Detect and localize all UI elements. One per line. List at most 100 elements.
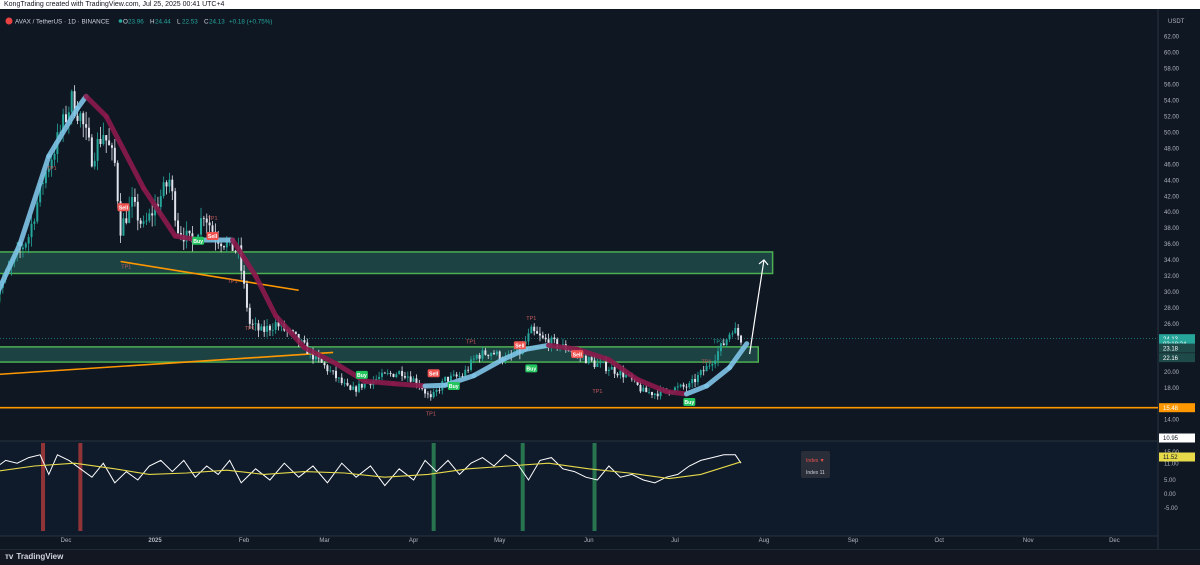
candle-body (125, 218, 127, 223)
candle-body (479, 355, 481, 359)
time-tick-label: Oct (935, 538, 945, 544)
chart-canvas[interactable]: AVAX / TetherUS · 1D · BINANCEO23.96H24.… (0, 0, 1200, 564)
candle-body (346, 383, 348, 386)
price-tick-label: 40.00 (1164, 210, 1180, 216)
candle-body (177, 221, 179, 234)
candle-body (453, 374, 455, 375)
candle-body (731, 333, 733, 334)
candle-body (585, 356, 587, 363)
candle-body (395, 374, 397, 377)
candle-body (470, 360, 472, 370)
tp-label: TP1 (207, 216, 217, 222)
price-tick-label: 38.00 (1164, 226, 1180, 232)
candle-body (143, 221, 145, 223)
sell-marker-label: Sell (515, 343, 525, 349)
price-tick-label: 48.00 (1164, 146, 1180, 152)
highlight-bar (593, 443, 597, 531)
candle-body (341, 378, 343, 383)
price-tick-label: 30.00 (1164, 290, 1180, 296)
candle-body (691, 379, 693, 383)
candle-body (708, 366, 710, 367)
candle-body (355, 386, 357, 391)
tp-label: TP1 (466, 340, 476, 346)
osc-tick-label: 0.00 (1164, 492, 1176, 498)
candle-body (536, 331, 538, 333)
legend-title: Index ▼ (806, 458, 825, 464)
candle-body (717, 351, 719, 360)
price-tick-label: 26.00 (1164, 322, 1180, 328)
candle-body (272, 330, 274, 331)
candle-body (527, 333, 529, 341)
tradingview-logo-icon: ᴛᴠ (5, 552, 13, 562)
tp-label: TP1 (47, 166, 57, 172)
candle-body (249, 308, 251, 324)
candle-body (539, 334, 541, 336)
candle-body (447, 377, 449, 382)
ribbon-segment (393, 384, 425, 386)
candle-body (344, 383, 346, 384)
candle-body (335, 371, 337, 378)
footer-bar: ᴛᴠTradingView (0, 549, 1200, 565)
candle-body (200, 218, 202, 234)
candle-body (614, 367, 616, 374)
candle-body (493, 353, 495, 354)
candle-body (209, 223, 211, 226)
candle-body (65, 114, 67, 122)
ohlc-value-c: 24.13 (209, 19, 225, 26)
time-tick-label: Feb (239, 538, 250, 544)
candle-body (645, 388, 647, 392)
price-tick-label: 18.00 (1164, 386, 1180, 392)
candle-body (390, 373, 392, 374)
candle-body (269, 326, 271, 330)
price-tick-label: 44.00 (1164, 178, 1180, 184)
price-tick-label: 46.00 (1164, 162, 1180, 168)
highlight-bar (78, 443, 82, 531)
candle-body (203, 218, 205, 219)
tp-label: TP1 (228, 279, 238, 285)
candle-body (413, 378, 415, 381)
candle-body (617, 374, 619, 376)
osc-badge-text: 10.95 (1163, 436, 1179, 442)
candle-body (694, 379, 696, 382)
candle-body (88, 128, 90, 138)
tradingview-logo[interactable]: ᴛᴠTradingView (5, 552, 63, 562)
candle-body (364, 383, 366, 388)
candle-body (657, 394, 659, 397)
sell-marker-label: Sell (208, 234, 218, 240)
candle-body (703, 370, 705, 371)
sell-marker: Sell (206, 232, 218, 240)
buy-marker: Buy (192, 237, 204, 245)
candle-body (433, 392, 435, 397)
candle-body (76, 116, 78, 121)
candle-body (387, 373, 389, 374)
time-tick-label: 2025 (148, 538, 162, 544)
candle-body (407, 376, 409, 377)
candle-body (134, 197, 136, 202)
candle-body (91, 137, 93, 166)
symbol-text: AVAX / TetherUS · 1D · BINANCE (15, 19, 109, 26)
buy-marker: Buy (683, 398, 695, 406)
candle-body (71, 91, 73, 112)
price-tick-label: 60.00 (1164, 51, 1180, 57)
time-tick-label: Apr (409, 538, 418, 544)
candle-body (361, 384, 363, 388)
candle-body (223, 246, 225, 247)
candle-body (140, 220, 142, 223)
candle-body (252, 324, 254, 325)
candle-body (303, 340, 305, 342)
candle-body (36, 202, 38, 221)
price-tick-label: 62.00 (1164, 35, 1180, 41)
buy-marker: Buy (356, 371, 368, 379)
price-tick-label: 54.00 (1164, 99, 1180, 105)
ribbon-segment (666, 392, 686, 394)
sell-marker: Sell (428, 369, 440, 377)
candle-body (324, 363, 326, 366)
ribbon-segment (365, 381, 394, 383)
candle-body (105, 135, 107, 140)
candle-body (680, 385, 682, 387)
candle-body (726, 339, 728, 345)
price-tick-label: 14.00 (1164, 418, 1180, 424)
price-tick-label: 42.00 (1164, 194, 1180, 200)
candle-body (160, 196, 162, 207)
candle-body (404, 376, 406, 378)
